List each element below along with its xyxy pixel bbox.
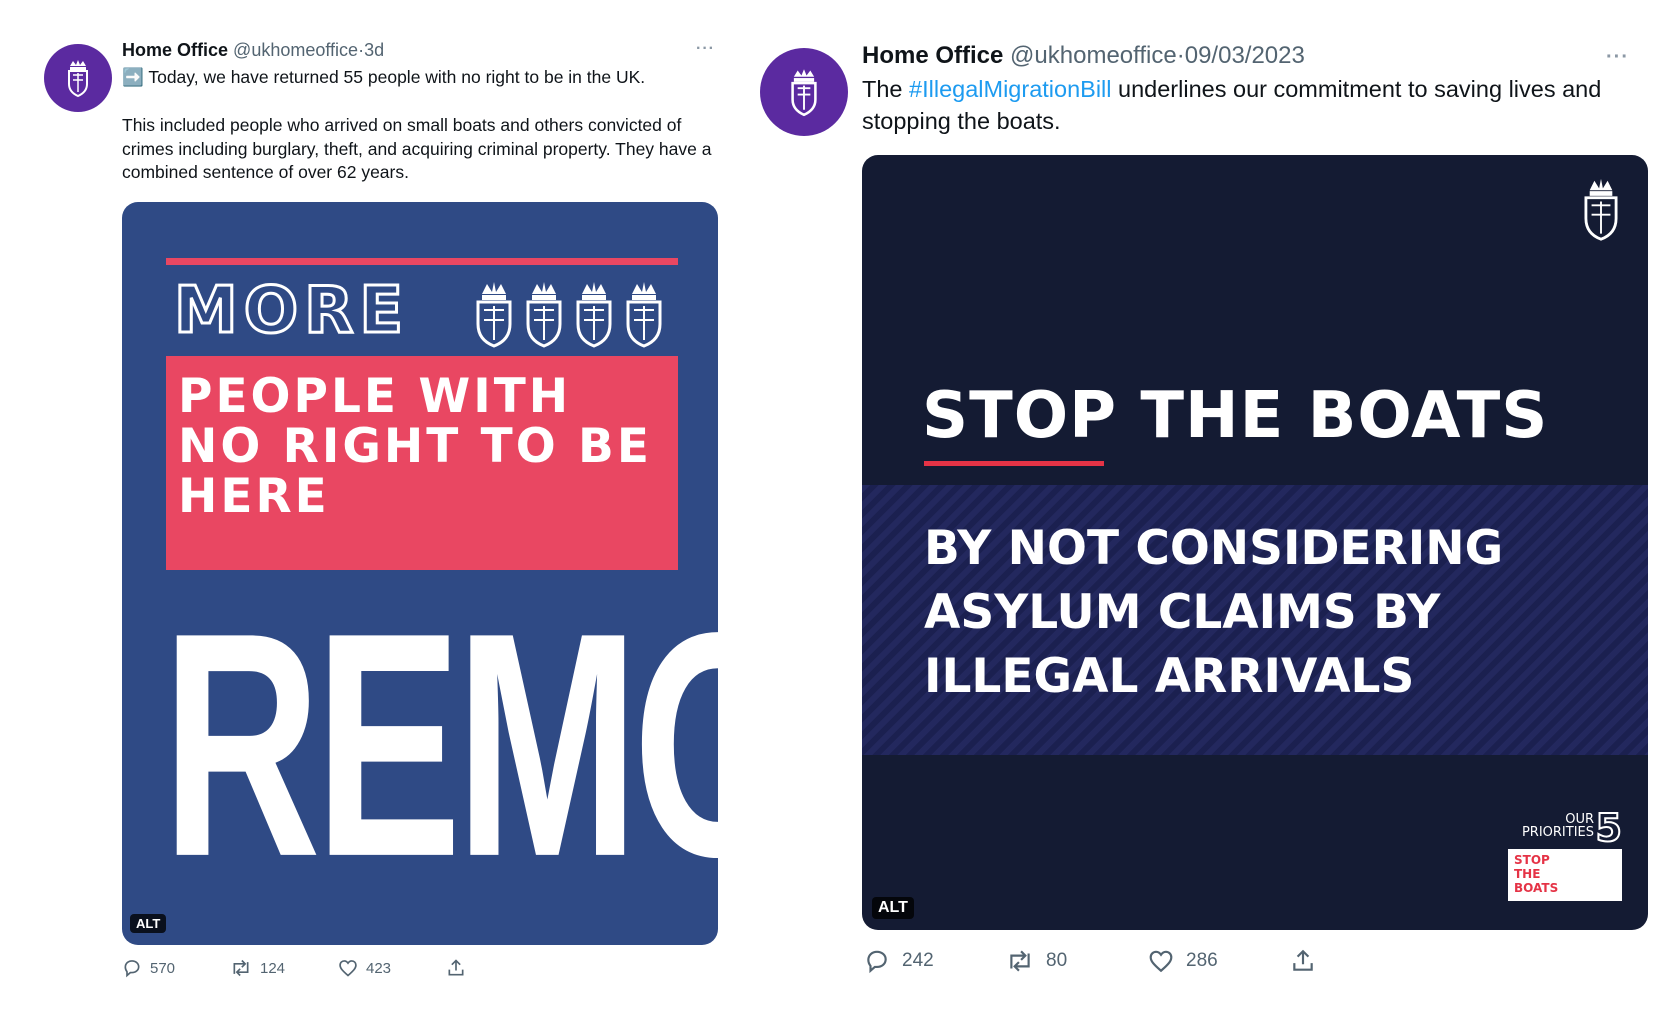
retweet-button[interactable]: 124	[230, 958, 338, 978]
retweet-count: 124	[260, 959, 286, 977]
retweet-icon	[1010, 950, 1030, 972]
share-icon	[1293, 949, 1313, 971]
alt-badge[interactable]: ALT	[130, 914, 167, 933]
stop-line2: THE	[1514, 867, 1541, 881]
author-name[interactable]: Home Office	[122, 40, 228, 60]
like-count: 286	[1186, 950, 1218, 971]
hashtag-link[interactable]: #IllegalMigrationBill	[909, 76, 1111, 102]
tweet-header: Home Office @ukhomeoffice·09/03/2023	[862, 42, 1305, 70]
stop-line1: STOP	[1514, 853, 1550, 867]
reply-count: 242	[902, 950, 934, 971]
image-subtext: BY NOT CONSIDERING ASYLUM CLAIMS BY ILLE…	[924, 521, 1504, 704]
avatar[interactable]	[760, 48, 848, 136]
image-big-word: REMOVED	[162, 566, 718, 924]
reply-icon	[124, 960, 140, 978]
crest-icon	[626, 282, 662, 348]
crest-icon	[1584, 178, 1618, 241]
image-headline: MORE	[172, 273, 410, 350]
crest-icon	[476, 282, 512, 348]
tweet-text: The #IllegalMigrationBill underlines our…	[862, 74, 1652, 138]
timestamp[interactable]: 3d	[364, 40, 384, 60]
tweet-1[interactable]: Home Office @ukhomeoffice·3d ··· ➡️ Toda…	[0, 0, 720, 1016]
heart-icon	[1149, 950, 1173, 973]
avatar[interactable]	[44, 44, 112, 112]
tweet-header: Home Office @ukhomeoffice·3d	[122, 40, 384, 61]
priorities-number: 5	[1595, 806, 1623, 850]
crest-icon	[526, 282, 562, 348]
crest-icon	[576, 282, 612, 348]
reply-icon	[867, 950, 887, 974]
timestamp[interactable]: 09/03/2023	[1185, 42, 1305, 69]
stop-the-boats-logo: STOP THE BOATS	[1508, 849, 1622, 901]
image-headline: STOP THE BOATS	[922, 379, 1549, 453]
more-options-icon[interactable]: ···	[1606, 46, 1629, 69]
priorities-label: OUR PRIORITIES	[1522, 813, 1594, 839]
tweet-image[interactable]: MORE PEOPLE WITH NO RIGHT TO BE HERE REM…	[122, 202, 718, 945]
tweet-text: ➡️ Today, we have returned 55 people wit…	[122, 66, 712, 185]
retweet-button[interactable]: 80	[1006, 948, 1148, 974]
royal-crest-icon	[791, 69, 817, 117]
author-name[interactable]: Home Office	[862, 42, 1003, 69]
red-underline	[924, 461, 1104, 466]
priorities-line2: PRIORITIES	[1521, 825, 1594, 840]
share-button[interactable]	[1290, 948, 1316, 974]
tweet-text-paragraph: This included people who arrived on smal…	[122, 114, 712, 183]
share-button[interactable]	[446, 958, 466, 978]
more-options-icon[interactable]: ···	[696, 40, 715, 58]
retweet-icon	[233, 959, 249, 977]
stop-line3: BOATS	[1514, 881, 1559, 895]
author-handle[interactable]: @ukhomeoffice	[1010, 42, 1177, 69]
like-count: 423	[366, 959, 392, 977]
royal-crest-icon	[68, 60, 88, 98]
tweet-2[interactable]: Home Office @ukhomeoffice·09/03/2023 ···…	[740, 0, 1674, 1016]
heart-icon	[339, 960, 357, 977]
image-box-text: PEOPLE WITH NO RIGHT TO BE HERE	[178, 369, 652, 524]
tweet-text-line1: ➡️ Today, we have returned 55 people wit…	[122, 67, 646, 87]
reply-count: 570	[150, 959, 176, 977]
author-handle[interactable]: @ukhomeoffice	[233, 40, 358, 60]
separator: ·	[1176, 42, 1185, 69]
alt-badge[interactable]: ALT	[872, 897, 914, 919]
action-bar: 242 80 286	[864, 948, 1316, 974]
like-button[interactable]: 423	[338, 958, 446, 978]
share-icon	[448, 959, 464, 976]
tweet-text-prefix: The	[862, 76, 910, 102]
retweet-count: 80	[1046, 950, 1068, 971]
reply-button[interactable]: 570	[122, 958, 230, 978]
action-bar: 570 124 423	[122, 958, 466, 978]
red-bar	[166, 258, 678, 265]
like-button[interactable]: 286	[1148, 948, 1290, 974]
tweet-image[interactable]: STOP THE BOATS BY NOT CONSIDERING ASYLUM…	[862, 155, 1648, 930]
reply-button[interactable]: 242	[864, 948, 1006, 974]
